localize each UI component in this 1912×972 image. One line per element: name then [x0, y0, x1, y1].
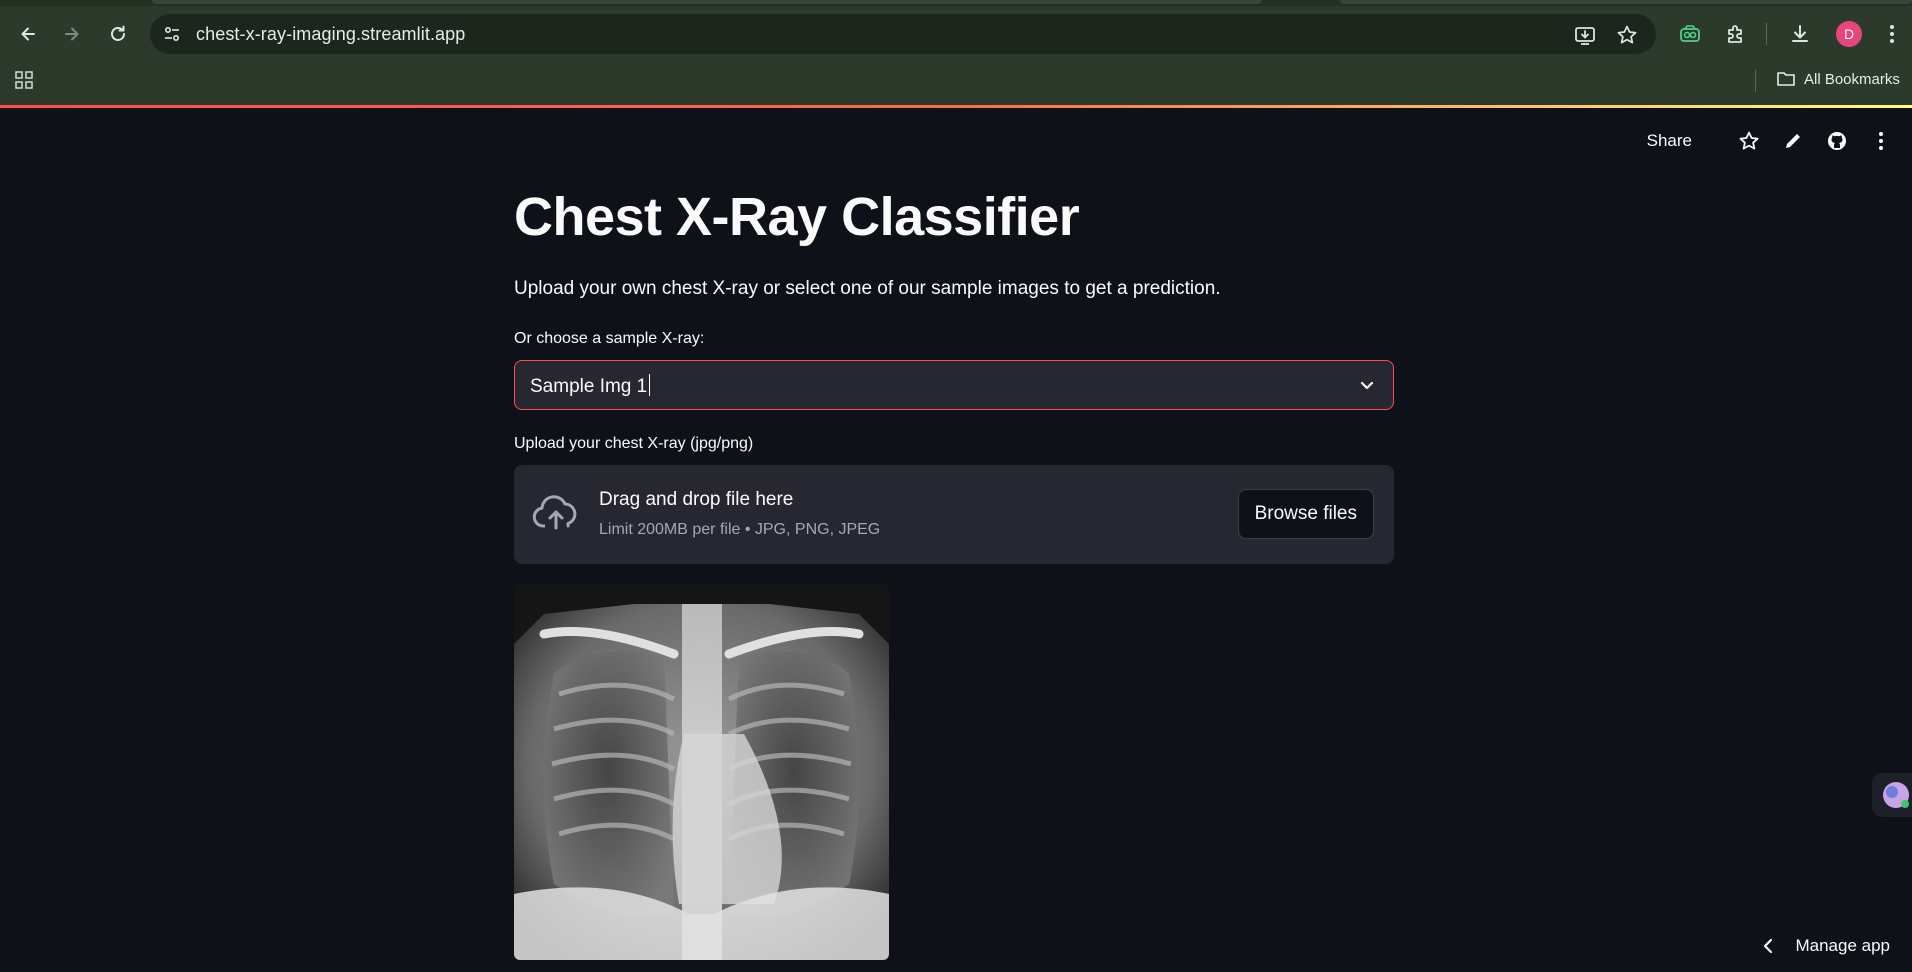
all-bookmarks[interactable]: All Bookmarks	[1776, 70, 1900, 88]
browse-files-button[interactable]: Browse files	[1237, 489, 1374, 539]
chevron-down-icon[interactable]	[1357, 375, 1377, 395]
bookmarks-bar: All Bookmarks	[0, 66, 1912, 96]
xray-image	[514, 584, 889, 960]
menu-dots-icon[interactable]	[1880, 22, 1904, 46]
chevron-left-icon	[1761, 938, 1775, 954]
app-container: Share Chest X-Ray Classifier Upload your…	[0, 108, 1912, 972]
browser-toolbar: chest-x-ray-imaging.streamlit.app D	[0, 10, 1912, 58]
all-bookmarks-label: All Bookmarks	[1804, 70, 1900, 88]
forward-icon[interactable]	[58, 20, 86, 48]
sample-select[interactable]: Sample Img 1	[514, 360, 1394, 410]
download-icon[interactable]	[1788, 22, 1812, 46]
share-button[interactable]: Share	[1647, 131, 1692, 151]
dropzone-title: Drag and drop file here	[599, 489, 794, 510]
edit-icon[interactable]	[1782, 130, 1804, 152]
reload-icon[interactable]	[104, 20, 132, 48]
profile-avatar[interactable]: D	[1836, 21, 1862, 47]
more-icon[interactable]	[1870, 130, 1892, 152]
apps-grid-icon[interactable]	[14, 70, 34, 90]
extension-icon[interactable]	[1678, 22, 1702, 46]
install-app-icon[interactable]	[1574, 24, 1596, 46]
page-subtitle: Upload your own chest X-ray or select on…	[514, 278, 1221, 299]
folder-icon	[1776, 70, 1796, 88]
page-title: Chest X-Ray Classifier	[514, 187, 1080, 247]
sample-select-value[interactable]: Sample Img 1	[530, 374, 651, 398]
tab-edge[interactable]	[1340, 0, 1912, 4]
tab-strip	[0, 0, 1912, 6]
browser-chrome: chest-x-ray-imaging.streamlit.app D All …	[0, 0, 1912, 105]
assistant-bubble[interactable]	[1872, 773, 1912, 817]
dropzone-limit: Limit 200MB per file • JPG, PNG, JPEG	[599, 521, 881, 538]
uploader-label: Upload your chest X-ray (jpg/png)	[514, 435, 754, 452]
bookmark-star-icon[interactable]	[1616, 24, 1638, 46]
cloud-upload-icon	[532, 495, 580, 531]
back-icon[interactable]	[14, 20, 42, 48]
address-bar[interactable]: chest-x-ray-imaging.streamlit.app	[150, 14, 1656, 54]
file-dropzone[interactable]: Drag and drop file here Limit 200MB per …	[514, 465, 1394, 564]
text-cursor	[649, 374, 651, 396]
site-settings-icon[interactable]	[160, 22, 184, 46]
manage-app-label: Manage app	[1795, 936, 1890, 955]
toolbar-separator	[1766, 23, 1767, 45]
github-icon[interactable]	[1826, 130, 1848, 152]
active-tab-edge[interactable]	[152, 0, 1262, 4]
manage-app-button[interactable]: Manage app	[1761, 936, 1890, 956]
url-text[interactable]: chest-x-ray-imaging.streamlit.app	[196, 24, 465, 45]
puzzle-icon[interactable]	[1724, 22, 1748, 46]
bookmarks-separator	[1755, 70, 1756, 92]
app-header: Share	[1647, 130, 1892, 152]
sample-select-label: Or choose a sample X-ray:	[514, 330, 705, 347]
star-icon[interactable]	[1738, 130, 1760, 152]
